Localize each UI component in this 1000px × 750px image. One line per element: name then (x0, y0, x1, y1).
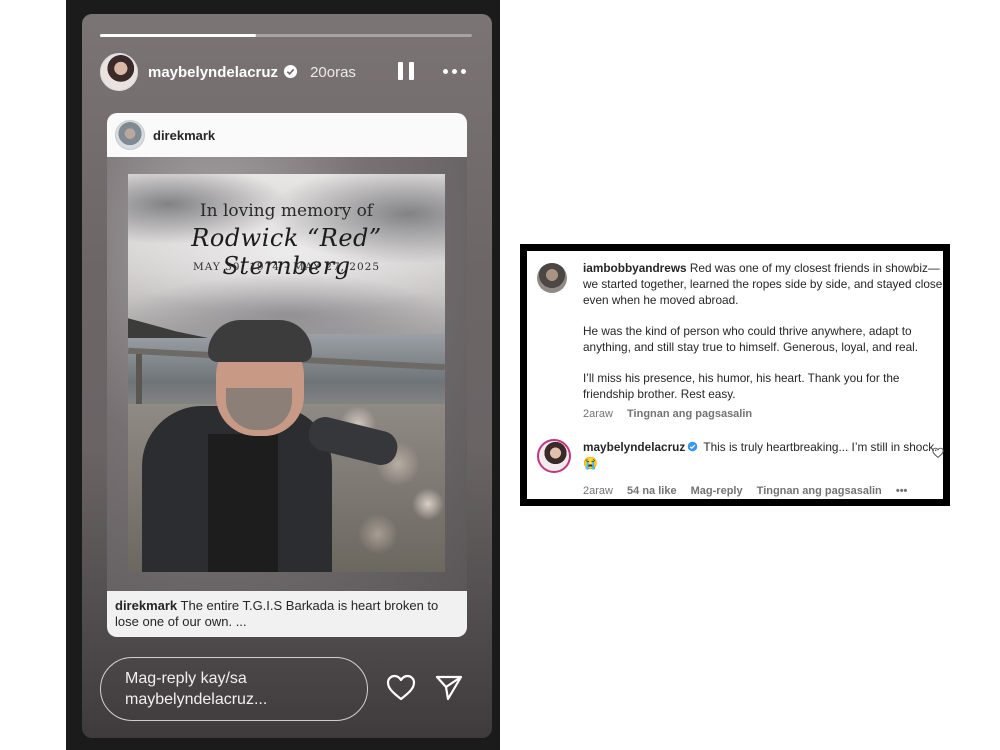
send-icon[interactable] (434, 674, 464, 702)
story-timestamp: 20oras (310, 63, 356, 81)
memorial-photo: In loving memory of Rodwick “Red” Sternb… (128, 174, 445, 572)
story-viewer[interactable]: maybelyndelacruz 20oras direkmark In lov… (82, 14, 492, 738)
comment-avatar[interactable] (537, 263, 567, 293)
shared-post-username[interactable]: direkmark (153, 128, 215, 143)
verified-badge-icon (687, 441, 698, 452)
likes-count[interactable]: 54 na like (627, 485, 677, 497)
shared-post-card[interactable]: direkmark In loving memory of Rodwick “R… (107, 113, 467, 637)
translate-link[interactable]: Tingnan ang pagsasalin (757, 485, 882, 497)
page: maybelyndelacruz 20oras direkmark In lov… (0, 0, 1000, 750)
story-avatar[interactable] (100, 53, 138, 91)
shared-post-header: direkmark (107, 113, 467, 157)
translate-link[interactable]: Tingnan ang pagsasalin (627, 408, 752, 420)
comment-paragraph: maybelyndelacruz This is truly heartbrea… (583, 439, 943, 471)
comment-body: maybelyndelacruz This is truly heartbrea… (583, 439, 943, 499)
story-progress-bar (100, 34, 472, 37)
story-header: maybelyndelacruz 20oras (100, 52, 474, 92)
comments-screenshot: iambobbyandrews Red was one of my closes… (520, 244, 950, 506)
heart-icon[interactable] (932, 447, 944, 459)
reply-placeholder-line2: maybelyndelacruz... (125, 691, 268, 708)
comment-username[interactable]: iambobbyandrews (583, 261, 687, 275)
memorial-dates: MAY 30, 1974 - MAY 27, 2025 (192, 261, 381, 273)
comment-paragraph: iambobbyandrews Red was one of my closes… (583, 260, 943, 308)
shared-post-image: In loving memory of Rodwick “Red” Sternb… (107, 157, 467, 591)
comment-username[interactable]: maybelyndelacruz (583, 440, 685, 454)
heart-icon[interactable] (386, 674, 416, 702)
more-options-icon[interactable] (443, 69, 466, 74)
caption-username: direkmark (115, 598, 178, 613)
story-username[interactable]: maybelyndelacruz (148, 64, 298, 81)
person-shirt (208, 434, 278, 572)
comment-time: 2araw (583, 408, 613, 420)
pause-icon[interactable] (398, 62, 414, 80)
comment-paragraph: I’ll miss his presence, his humor, his h… (583, 371, 900, 401)
reply-placeholder-line1: Mag-reply kay/sa (125, 670, 247, 687)
shared-post-avatar[interactable] (115, 120, 145, 150)
shared-post-caption[interactable]: direkmark The entire T.G.I.S Barkada is … (107, 591, 467, 637)
comment-meta: 2araw 54 na like Mag-reply Tingnan ang p… (583, 483, 943, 499)
memorial-heading: In loving memory of (199, 201, 374, 221)
verified-badge-icon (284, 64, 298, 78)
comment-meta: 2araw Tingnan ang pagsasalin (583, 406, 943, 422)
comment-time: 2araw (583, 485, 613, 497)
person-cap (208, 320, 312, 362)
comment-avatar[interactable] (537, 439, 571, 473)
reply-input[interactable]: Mag-reply kay/sa maybelyndelacruz... (100, 657, 368, 721)
comment-paragraph: He was the kind of person who could thri… (583, 324, 919, 354)
more-options-icon[interactable]: ••• (896, 485, 908, 497)
reply-link[interactable]: Mag-reply (691, 485, 743, 497)
story-progress-fill (100, 34, 257, 37)
comment-body: iambobbyandrews Red was one of my closes… (583, 260, 943, 422)
